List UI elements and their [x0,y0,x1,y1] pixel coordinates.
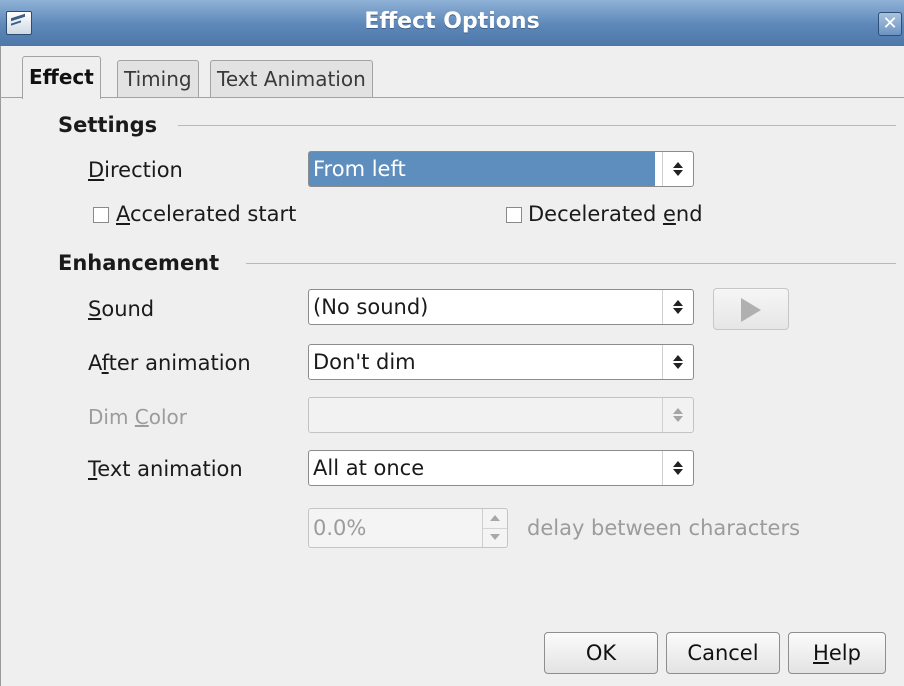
delay-suffix-label: delay between characters [527,516,801,540]
decelerated-end-checkbox[interactable] [506,207,522,223]
direction-value: From left [309,152,655,186]
tab-timing-label: Timing [124,67,192,91]
text-animation-select[interactable]: All at once [308,450,694,486]
help-button[interactable]: Help [788,632,886,674]
direction-label-text: irection [104,158,183,182]
spin-up-icon[interactable] [483,509,507,529]
help-text: elp [828,641,861,665]
sound-dropdown-arrow[interactable] [662,290,693,324]
updown-arrow-icon [672,407,684,423]
updown-arrow-icon [672,161,684,177]
sound-value: (No sound) [313,295,429,319]
delay-value: 0.0% [313,516,367,540]
settings-separator [178,125,896,126]
decelerated-end-mnemonic: e [662,202,676,226]
updown-arrow-icon [672,299,684,315]
decelerated-end-text-after: nd [675,202,703,226]
tab-timing[interactable]: Timing [117,60,199,97]
tab-effect-label: Effect [29,65,94,89]
decelerated-end-label[interactable]: Decelerated end [528,198,703,230]
sound-label-mnemonic: S [88,297,102,321]
enhancement-separator [246,263,896,264]
close-icon[interactable]: ✕ [878,12,902,36]
cancel-button[interactable]: Cancel [666,632,780,674]
tab-divider [0,97,904,98]
text-animation-text: ext animation [97,457,243,481]
accelerated-start-mnemonic: A [116,202,130,226]
play-icon [741,298,761,322]
after-animation-value: Don't dim [313,350,416,374]
dim-color-text-before: Dim [88,405,135,429]
help-mnemonic: H [813,641,829,665]
delay-spin-buttons [482,509,507,547]
direction-select[interactable]: From left [308,151,694,187]
accelerated-start-text: ccelerated start [130,202,297,226]
dim-color-select[interactable] [308,397,694,433]
delay-spin-field[interactable]: 0.0% [308,508,508,548]
dim-color-mnemonic: C [134,405,149,429]
sound-label-text: ound [101,297,155,321]
accelerated-start-checkbox[interactable] [93,207,109,223]
enhancement-heading: Enhancement [58,251,220,275]
updown-arrow-icon [672,354,684,370]
after-animation-select[interactable]: Don't dim [308,344,694,380]
dim-color-text-after: olor [148,405,188,429]
tab-text-animation[interactable]: Text Animation [210,60,373,97]
text-animation-mnemonic: T [88,457,98,481]
text-animation-value: All at once [313,456,425,480]
tab-text-animation-label: Text Animation [217,67,366,91]
ok-button[interactable]: OK [544,632,658,674]
after-animation-text-before: A [88,351,102,375]
sound-select[interactable]: (No sound) [308,289,694,325]
after-animation-label: After animation [88,346,251,380]
dim-color-label: Dim Color [88,400,187,434]
after-animation-text-after: ter animation [108,351,251,375]
updown-arrow-icon [672,460,684,476]
sound-label: Sound [88,292,154,326]
settings-heading: Settings [58,113,158,137]
tab-effect[interactable]: Effect [22,56,101,99]
window-title: Effect Options [364,9,540,34]
play-sound-button[interactable] [713,288,789,330]
spin-down-icon[interactable] [483,528,507,547]
text-animation-dropdown-arrow[interactable] [662,451,693,485]
decelerated-end-text-before: Decelerated [528,202,663,226]
direction-label-mnemonic: D [88,158,105,182]
direction-dropdown-arrow[interactable] [662,152,693,186]
after-animation-dropdown-arrow[interactable] [662,345,693,379]
dim-color-dropdown-arrow[interactable] [662,398,693,432]
accelerated-start-label[interactable]: Accelerated start [116,198,296,230]
after-animation-mnemonic: f [101,351,109,375]
text-animation-label: Text animation [88,452,243,486]
direction-label: Direction [88,153,183,187]
